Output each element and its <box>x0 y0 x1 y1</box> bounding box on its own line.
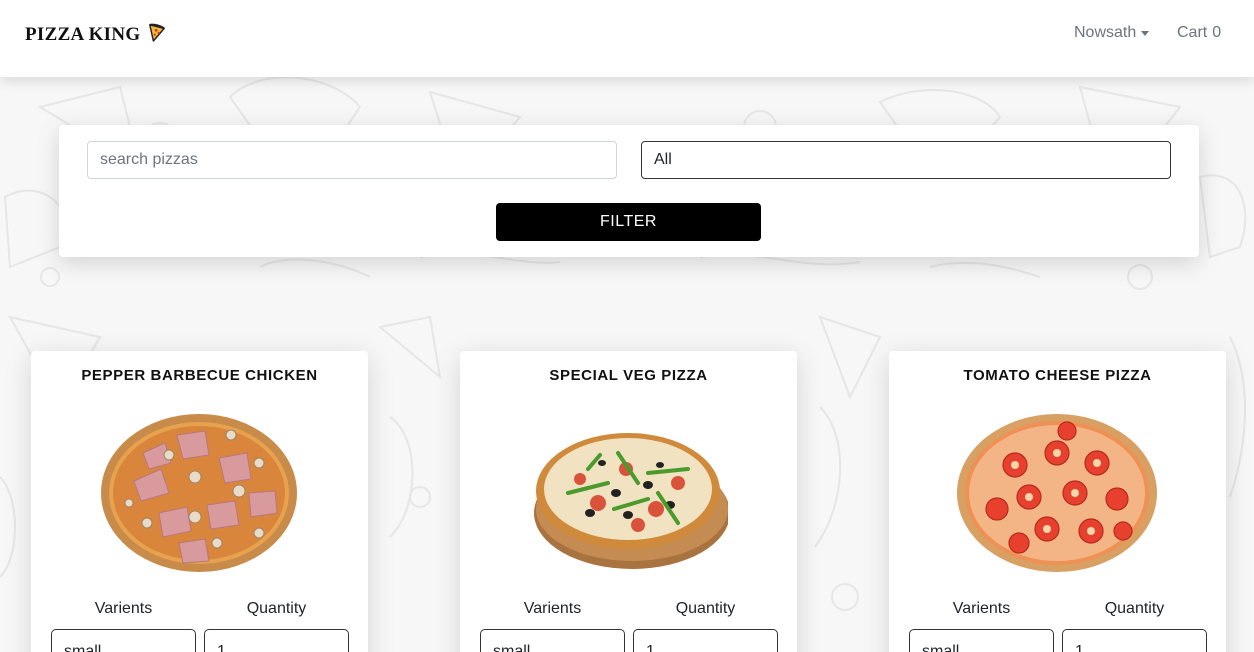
brand-name: PIZZA KING <box>25 24 141 45</box>
category-select[interactable]: All <box>641 141 1171 179</box>
pizza-name: PEPPER BARBECUE CHICKEN <box>81 367 318 384</box>
cart-label: Cart <box>1177 24 1208 41</box>
varient-value: small <box>493 643 531 652</box>
cart-link[interactable]: Cart 0 <box>1177 24 1221 42</box>
user-dropdown[interactable]: Nowsath <box>1074 24 1150 42</box>
quantity-label: Quantity <box>246 600 307 617</box>
varient-value: small <box>64 643 102 652</box>
pizza-slice-icon <box>148 22 166 48</box>
varient-select[interactable]: small <box>480 629 625 652</box>
varient-select[interactable]: small <box>909 629 1054 652</box>
quantity-select[interactable]: 1 <box>204 629 349 652</box>
pizza-card: SPECIAL VEG PIZZA Varients Quantity smal… <box>460 351 797 652</box>
quantity-value: 1 <box>217 643 226 652</box>
category-selected-value: All <box>654 151 672 168</box>
varients-label: Varients <box>94 600 153 617</box>
pizza-card: TOMATO CHEESE PIZZA Varients Quantity sm… <box>889 351 1226 652</box>
pizza-image[interactable] <box>957 413 1157 577</box>
top-navbar: PIZZA KING Nowsath Cart 0 <box>0 0 1254 77</box>
quantity-label: Quantity <box>675 600 736 617</box>
varient-value: small <box>922 643 960 652</box>
caret-down-icon <box>1141 30 1150 36</box>
quantity-value: 1 <box>646 643 655 652</box>
pizza-image[interactable] <box>528 413 730 577</box>
filter-panel: All FILTER <box>59 125 1199 257</box>
user-name: Nowsath <box>1074 24 1137 41</box>
search-input[interactable] <box>87 141 617 179</box>
varients-label: Varients <box>952 600 1011 617</box>
filter-button[interactable]: FILTER <box>496 203 761 241</box>
varients-label: Varients <box>523 600 582 617</box>
pizza-name: TOMATO CHEESE PIZZA <box>963 367 1152 384</box>
pizza-image[interactable] <box>99 413 299 577</box>
varient-select[interactable]: small <box>51 629 196 652</box>
cart-count: 0 <box>1212 24 1222 41</box>
pizza-card: PEPPER BARBECUE CHICKEN Varients Quantit… <box>31 351 368 652</box>
brand-link[interactable]: PIZZA KING <box>25 22 166 48</box>
quantity-label: Quantity <box>1104 600 1165 617</box>
pizza-name: SPECIAL VEG PIZZA <box>549 367 708 384</box>
quantity-select[interactable]: 1 <box>633 629 778 652</box>
quantity-value: 1 <box>1075 643 1084 652</box>
quantity-select[interactable]: 1 <box>1062 629 1207 652</box>
